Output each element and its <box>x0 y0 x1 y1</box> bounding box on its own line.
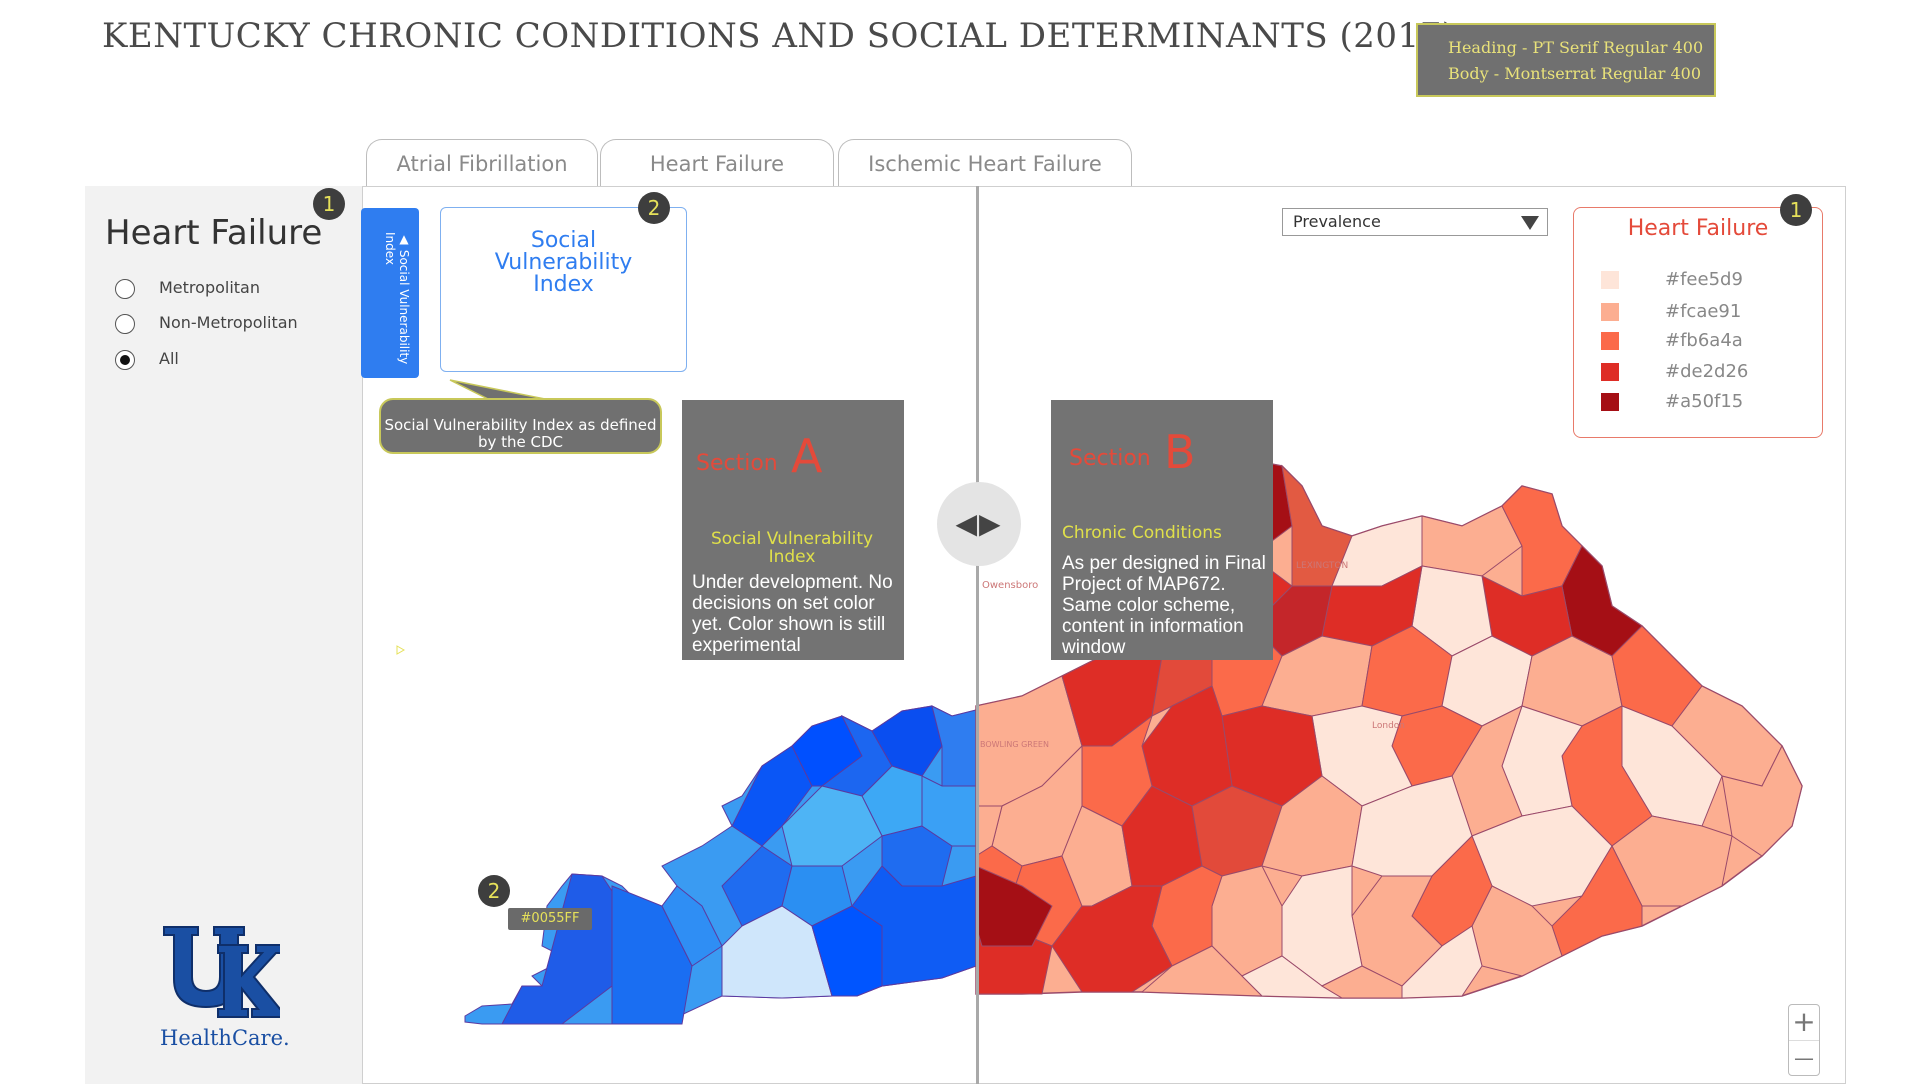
tab-heart-failure[interactable]: Heart Failure <box>600 139 834 187</box>
section-b-label: Section <box>1069 446 1151 471</box>
legend-panel: Heart Failure #fee5d9 #fcae91 #fb6a4a #d… <box>1573 207 1823 438</box>
font-note-heading: Heading - PT Serif Regular 400 <box>1448 38 1704 57</box>
svi-box-title: Social Vulnerability Index <box>494 228 633 297</box>
filter-title: Heart Failure <box>105 213 323 253</box>
legend-item: #fb6a4a <box>1601 331 1743 351</box>
marker-icon <box>396 645 406 655</box>
radio-all[interactable]: All <box>115 347 179 371</box>
section-b-body: As per designed in Final Project of MAP6… <box>1062 553 1266 658</box>
arrow-right-icon: ▶ <box>979 507 1003 540</box>
tab-atrial-fibrillation[interactable]: Atrial Fibrillation <box>366 139 598 187</box>
swipe-handle[interactable]: ◀▶ <box>937 482 1021 566</box>
legend-label: #fcae91 <box>1665 301 1742 322</box>
legend-swatch <box>1601 363 1619 381</box>
zoom-in-button[interactable]: + <box>1789 1005 1819 1041</box>
legend-label: #a50f15 <box>1665 391 1744 412</box>
radio-label: Metropolitan <box>159 278 260 297</box>
dropdown-value: Prevalence <box>1293 212 1381 231</box>
section-b-letter: B <box>1164 425 1196 479</box>
legend-label: #fee5d9 <box>1665 269 1743 290</box>
radio-button[interactable] <box>115 313 135 334</box>
section-b-box: Section B Chronic Conditions As per desi… <box>1051 400 1273 660</box>
legend-label: #de2d26 <box>1665 361 1749 382</box>
map-label-bowling-green: BOWLING GREEN <box>980 740 1049 749</box>
legend-item: #fcae91 <box>1601 302 1741 322</box>
radio-metropolitan[interactable]: Metropolitan <box>115 276 260 300</box>
logo-text: HealthCare. <box>160 1026 290 1050</box>
chevron-down-icon <box>1521 216 1539 230</box>
swipe-divider[interactable] <box>976 186 979 1084</box>
measure-dropdown[interactable]: Prevalence <box>1282 208 1548 236</box>
legend-swatch <box>1601 393 1619 411</box>
svi-map-layer <box>464 705 977 1025</box>
legend-swatch <box>1601 303 1619 321</box>
section-a-label: Section <box>696 451 778 476</box>
svi-badge: 2 <box>638 192 670 224</box>
legend-swatch <box>1601 271 1619 289</box>
tab-ischemic-heart-failure[interactable]: Ischemic Heart Failure <box>838 139 1132 187</box>
section-a-subtitle: Social Vulnerability Index <box>710 529 874 567</box>
font-note-body: Body - Montserrat Regular 400 <box>1448 64 1702 83</box>
chevron-up-icon: ▲ <box>397 232 411 246</box>
legend-item: #a50f15 <box>1601 392 1743 412</box>
map-annotation-badge: 2 <box>478 875 510 907</box>
legend-badge: 1 <box>1780 194 1812 226</box>
hex-color-tag: #0055FF <box>508 908 592 930</box>
font-note: Heading - PT Serif Regular 400 Body - Mo… <box>1416 23 1716 97</box>
radio-button-selected[interactable] <box>115 349 135 370</box>
map-label-london: London <box>1372 721 1405 731</box>
svi-side-tab[interactable]: ▲ Social Vulnerability Index <box>361 208 419 378</box>
zoom-control[interactable]: + — <box>1788 1004 1820 1076</box>
radio-non-metropolitan[interactable]: Non-Metropolitan <box>115 311 298 335</box>
section-a-body: Under development. No decisions on set c… <box>692 572 893 656</box>
filter-badge: 1 <box>313 188 345 220</box>
zoom-out-button[interactable]: — <box>1789 1041 1819 1076</box>
arrow-left-icon: ◀ <box>955 507 979 540</box>
section-a-letter: A <box>791 429 823 483</box>
uk-logo <box>163 926 280 1018</box>
legend-swatch <box>1601 332 1619 350</box>
svi-tooltip: Social Vulnerability Index as defined by… <box>379 398 662 454</box>
radio-button[interactable] <box>115 278 135 299</box>
legend-label: #fb6a4a <box>1665 330 1743 351</box>
svi-info-box: Social Vulnerability Index <box>440 207 687 372</box>
section-b-subtitle: Chronic Conditions <box>1062 523 1222 543</box>
radio-label: Non-Metropolitan <box>159 313 298 332</box>
svi-side-tab-label: Social Vulnerability Index <box>383 232 411 365</box>
legend-item: #fee5d9 <box>1601 270 1743 290</box>
section-a-box: Section A Social Vulnerability Index Und… <box>682 400 904 660</box>
page-title: KENTUCKY CHRONIC CONDITIONS AND SOCIAL D… <box>102 16 1456 56</box>
map-label-city: Owensboro <box>982 580 1038 591</box>
legend-item: #de2d26 <box>1601 362 1748 382</box>
map-label-lexington: LEXINGTON <box>1296 561 1348 571</box>
radio-label: All <box>159 349 179 368</box>
